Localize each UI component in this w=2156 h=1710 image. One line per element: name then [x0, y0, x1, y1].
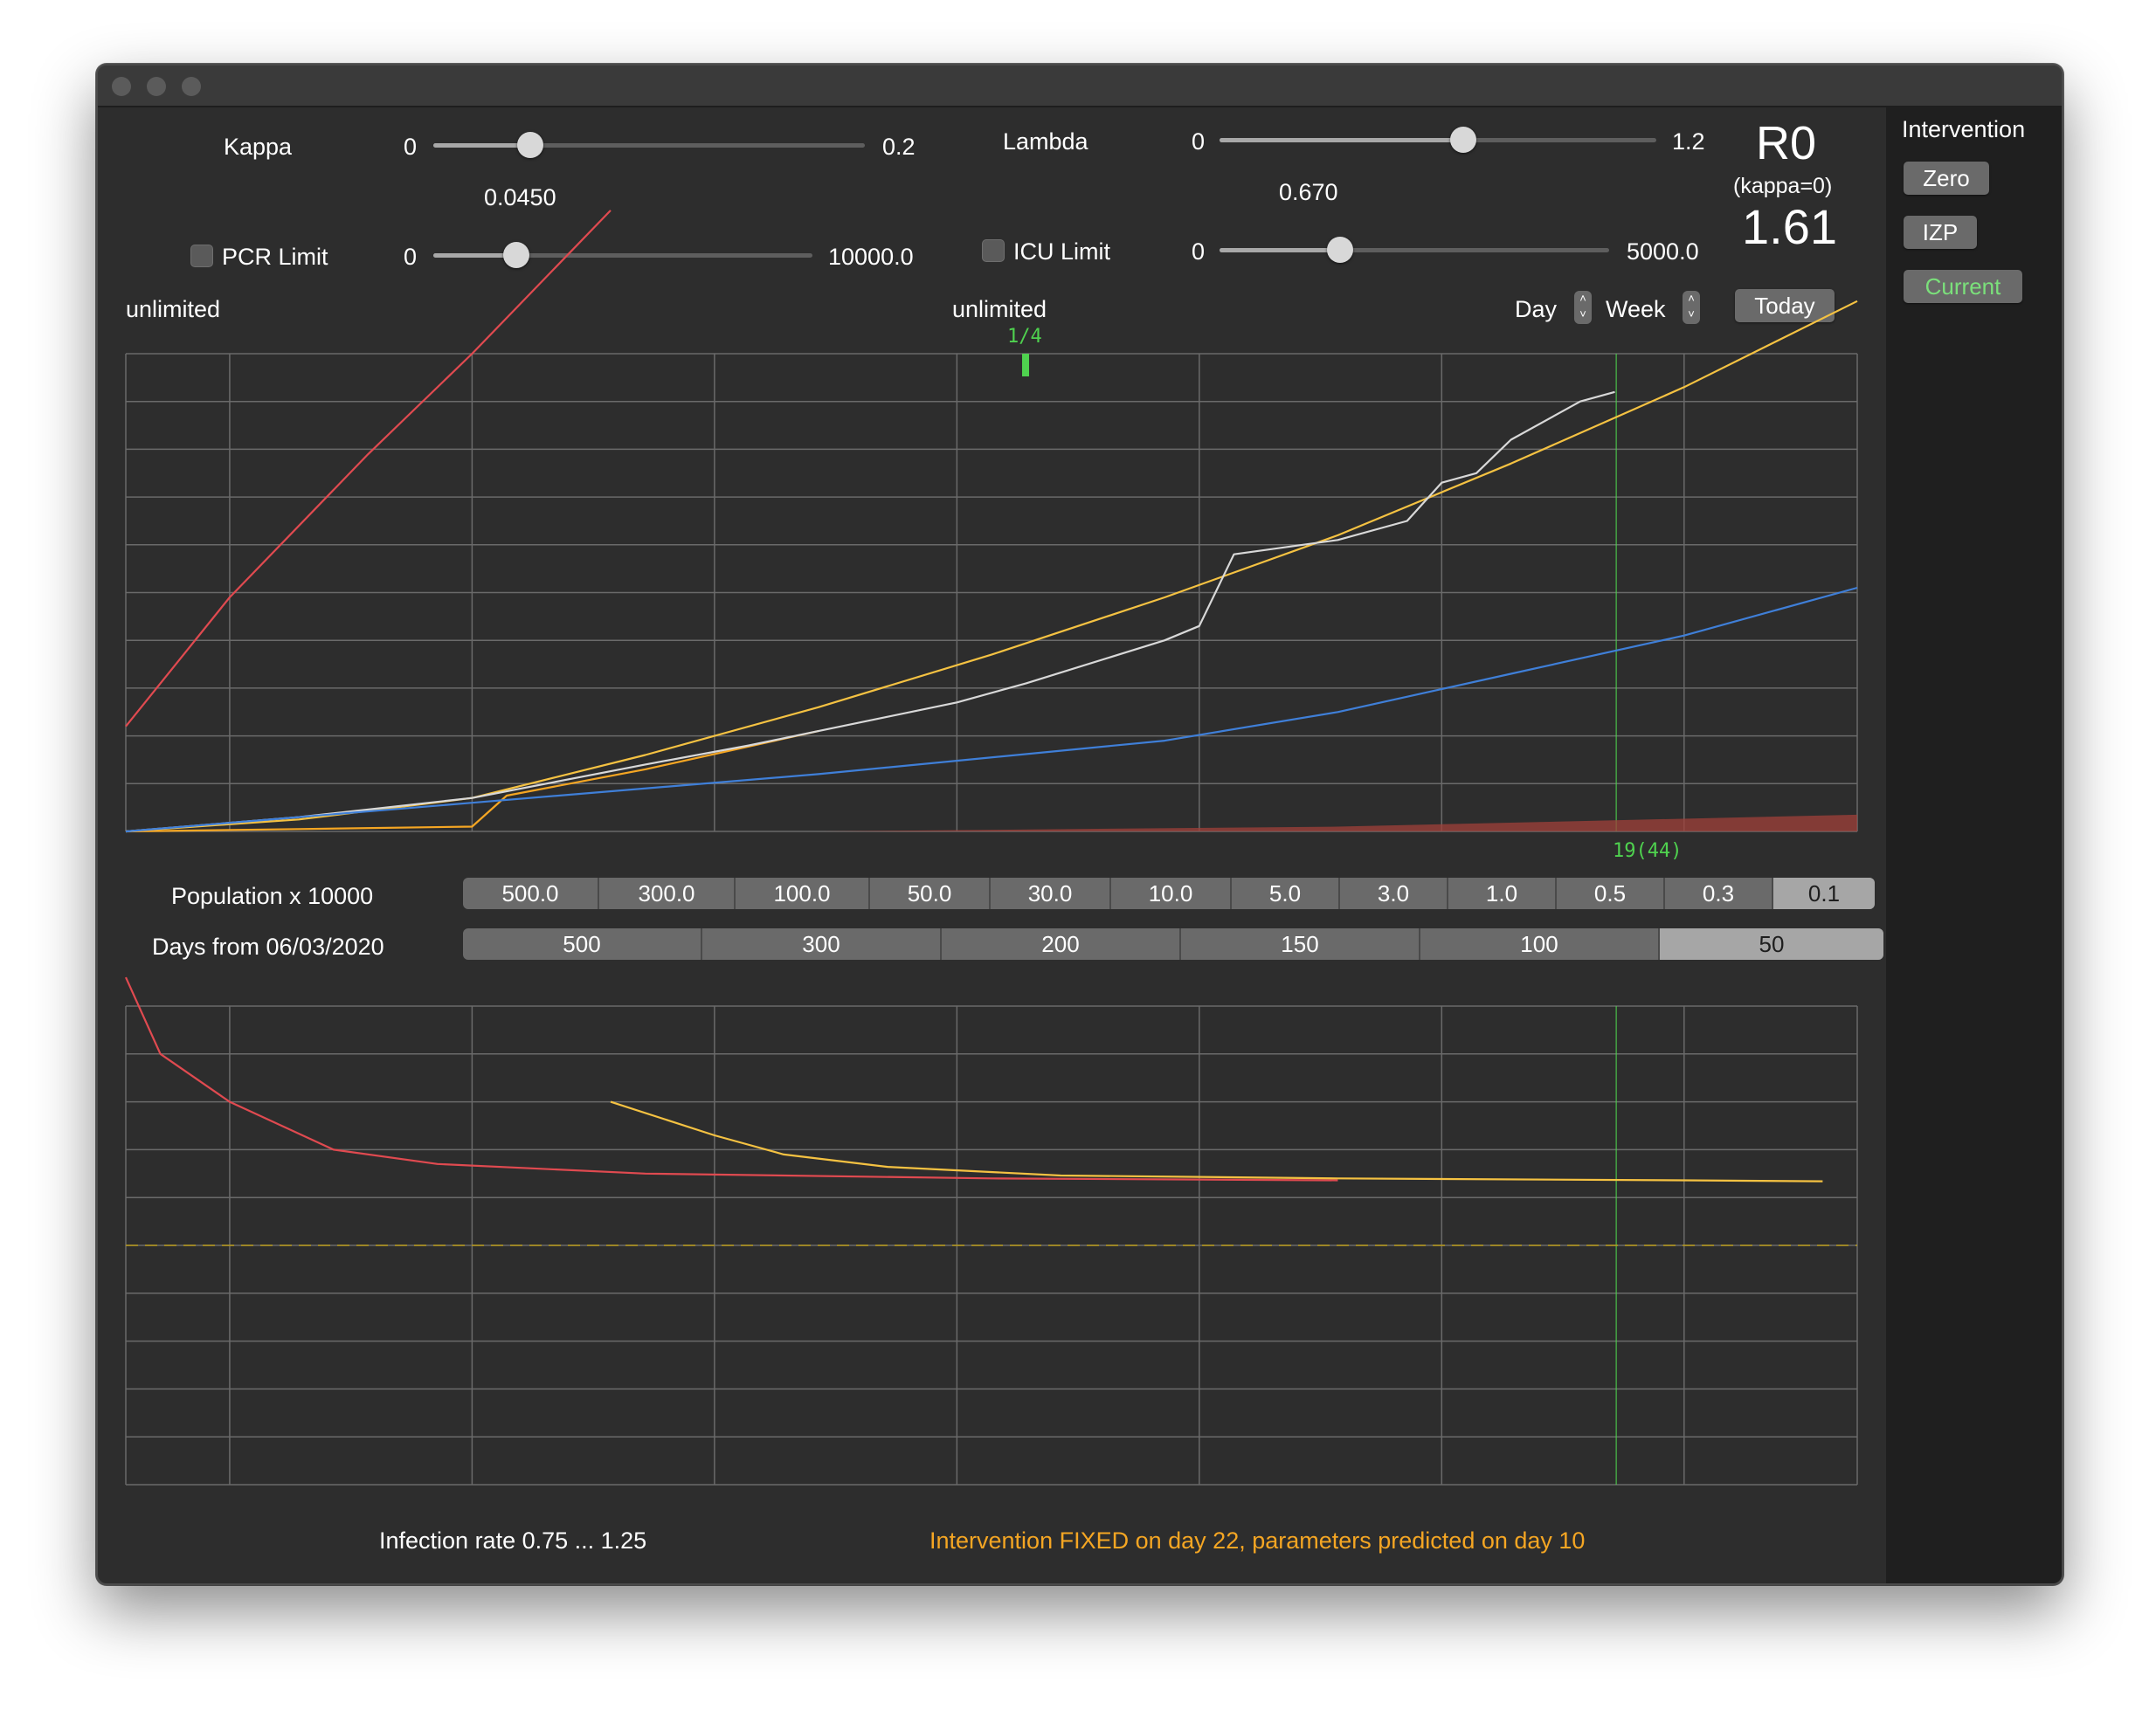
zero-button[interactable]: Zero — [1904, 162, 1989, 195]
infection-rate-chart — [124, 976, 1858, 1486]
izp-button[interactable]: IZP — [1904, 216, 1977, 249]
intervention-sidebar: Intervention Zero IZP Current — [1886, 107, 2062, 1583]
intervention-title: Intervention — [1902, 116, 2026, 142]
infection-rate-label: Infection rate 0.75 ... 1.25 — [379, 1527, 647, 1554]
app-window: Kappa 0 0.2 0.0450 Lambda 0 1.2 0.670 PC… — [96, 64, 2063, 1585]
bottom-chart-series-group — [124, 976, 1857, 1246]
series-line-1 — [610, 1100, 1823, 1183]
current-button[interactable]: Current — [1904, 270, 2022, 303]
intervention-status: Intervention FIXED on day 22, parameters… — [929, 1527, 1586, 1554]
